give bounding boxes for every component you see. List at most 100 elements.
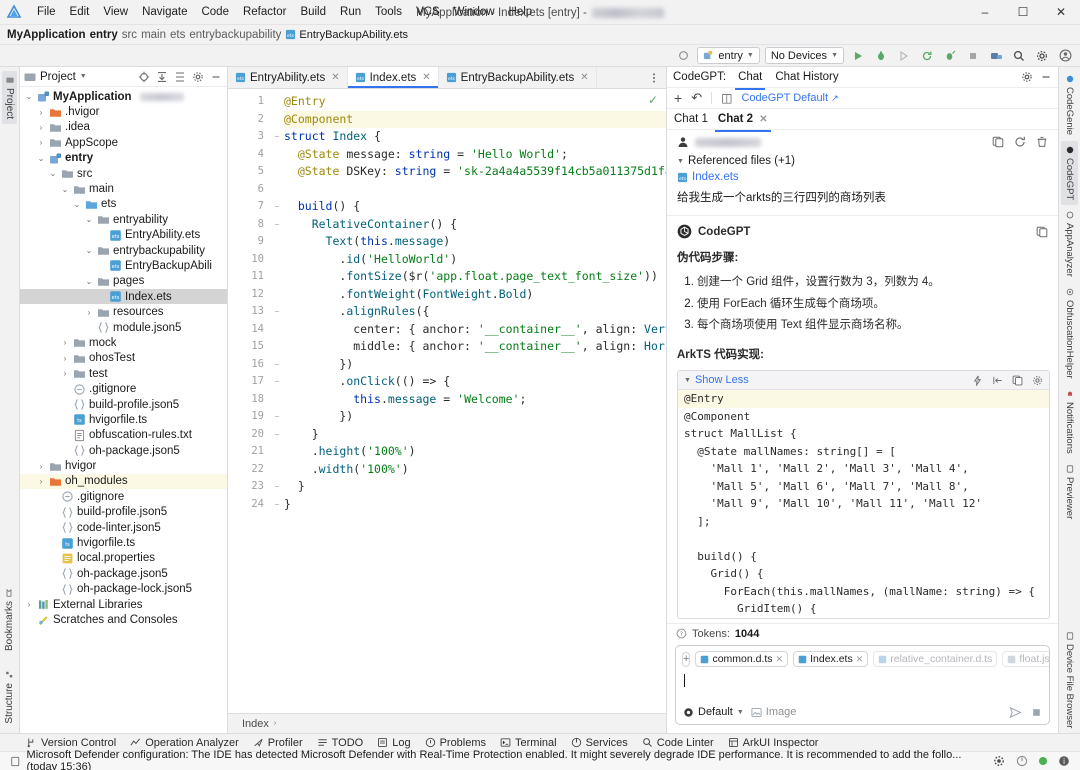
chat-conversation[interactable]: ▼ Referenced files (+1) ets Index.ets 给我… bbox=[667, 130, 1058, 623]
chevron-right-icon[interactable]: › bbox=[60, 338, 70, 347]
tree-node-gitignore[interactable]: .gitignore bbox=[20, 381, 227, 396]
menu-item-run[interactable]: Run bbox=[333, 4, 368, 20]
copy-icon[interactable] bbox=[1036, 226, 1048, 238]
debug-icon[interactable] bbox=[872, 47, 890, 65]
chat-input[interactable] bbox=[676, 670, 1049, 700]
attach-image-button[interactable]: Image bbox=[751, 706, 796, 718]
status-item-problems[interactable]: Problems bbox=[425, 737, 486, 749]
right-rail-item-notifications[interactable]: Notifications bbox=[1061, 385, 1078, 459]
minimize-button[interactable]: – bbox=[966, 0, 1004, 25]
gear-icon[interactable] bbox=[190, 69, 205, 84]
code-fold-toggle[interactable]: − bbox=[270, 198, 284, 216]
info-icon[interactable]: i bbox=[1058, 755, 1070, 767]
status-item-todo[interactable]: TODO bbox=[317, 737, 363, 749]
chevron-right-icon[interactable]: › bbox=[84, 308, 94, 317]
chevron-down-icon[interactable]: ⌄ bbox=[24, 92, 34, 101]
menu-item-vcs[interactable]: VCS bbox=[409, 4, 447, 20]
collapse-all-icon[interactable] bbox=[172, 69, 187, 84]
tree-node-gitignore[interactable]: .gitignore bbox=[20, 489, 227, 504]
right-rail-item-codegenie[interactable]: CodeGenie bbox=[1061, 70, 1078, 140]
delete-icon[interactable] bbox=[1036, 136, 1048, 148]
build-icon[interactable] bbox=[987, 47, 1005, 65]
menu-item-file[interactable]: File bbox=[30, 4, 63, 20]
refresh-icon[interactable] bbox=[1014, 136, 1026, 148]
status-item-terminal[interactable]: Terminal bbox=[500, 737, 557, 749]
hide-panel-icon[interactable] bbox=[1040, 71, 1052, 83]
gear-icon[interactable] bbox=[993, 755, 1005, 767]
tree-node-ets[interactable]: ⌄ ets bbox=[20, 197, 227, 212]
menu-item-build[interactable]: Build bbox=[293, 4, 333, 20]
send-icon[interactable] bbox=[1009, 706, 1022, 719]
breadcrumb-item-5[interactable]: entrybackupability bbox=[189, 29, 281, 41]
tab-entryability-ets[interactable]: ets EntryAbility.ets ✕ bbox=[228, 67, 348, 88]
tree-node-local-properties[interactable]: local.properties bbox=[20, 551, 227, 566]
locate-icon[interactable] bbox=[136, 69, 151, 84]
editor-tab-overflow[interactable] bbox=[642, 67, 666, 88]
model-selector[interactable]: CodeGPT Default ↗ bbox=[741, 92, 838, 104]
menu-item-window[interactable]: Window bbox=[447, 4, 502, 20]
tree-node-oh-package-json5[interactable]: oh-package.json5 bbox=[20, 443, 227, 458]
tab-entrybackupability-ets[interactable]: ets EntryBackupAbility.ets ✕ bbox=[439, 67, 597, 88]
copy-icon[interactable] bbox=[1012, 375, 1023, 386]
context-chip-common-dts[interactable]: common.d.ts ✕ bbox=[695, 651, 789, 667]
close-icon[interactable]: ✕ bbox=[759, 114, 767, 125]
tree-node-test[interactable]: › test bbox=[20, 366, 227, 381]
chevron-right-icon[interactable]: › bbox=[36, 138, 46, 147]
mode-selector[interactable]: Default ▼ bbox=[683, 706, 744, 718]
tree-node-oh-modules[interactable]: › oh_modules bbox=[20, 473, 227, 490]
undo-icon[interactable]: ↶ bbox=[691, 90, 702, 106]
run-configuration-selector[interactable]: entry ▼ bbox=[697, 47, 760, 64]
session-chat-2[interactable]: Chat 2 ✕ bbox=[714, 110, 771, 132]
tree-node-hvigor[interactable]: › .hvigor bbox=[20, 104, 227, 119]
copy-icon[interactable] bbox=[992, 136, 1004, 148]
tree-node-obfuscation-rules-txt[interactable]: obfuscation-rules.txt bbox=[20, 428, 227, 443]
insert-at-caret-icon[interactable] bbox=[992, 375, 1003, 386]
tree-node-entryability-ets[interactable]: ets EntryAbility.ets bbox=[20, 228, 227, 243]
right-rail-item-codegpt[interactable]: CodeGPT bbox=[1061, 141, 1078, 206]
tree-node-hvigorfile-ts[interactable]: ts hvigorfile.ts bbox=[20, 412, 227, 427]
session-chat-1[interactable]: Chat 1 bbox=[674, 110, 708, 128]
menu-item-tools[interactable]: Tools bbox=[368, 4, 409, 20]
code-fold-toggle[interactable]: − bbox=[270, 216, 284, 234]
tree-node-build-profile-json5[interactable]: build-profile.json5 bbox=[20, 397, 227, 412]
code-fold-toggle[interactable]: − bbox=[270, 408, 284, 426]
status-item-code-linter[interactable]: Code Linter bbox=[642, 737, 714, 749]
right-rail-item-appanalyzer[interactable]: AppAnalyzer bbox=[1061, 206, 1078, 282]
tree-node-entry[interactable]: ⌄ entry bbox=[20, 151, 227, 166]
status-item-version-control[interactable]: Version Control bbox=[26, 737, 116, 749]
split-view-icon[interactable]: ◫ bbox=[721, 91, 732, 105]
right-rail-item-device-file-browser[interactable]: Device File Browser bbox=[1061, 627, 1078, 733]
menu-item-refactor[interactable]: Refactor bbox=[236, 4, 293, 20]
breadcrumb-item-4[interactable]: ets bbox=[170, 29, 185, 41]
chevron-right-icon[interactable]: › bbox=[24, 600, 34, 609]
tree-node-entryability[interactable]: ⌄ entryability bbox=[20, 212, 227, 227]
menu-item-code[interactable]: Code bbox=[194, 4, 236, 20]
toolbar-left-icon[interactable] bbox=[674, 47, 692, 65]
sidebar-item-structure[interactable]: Structure bbox=[2, 666, 17, 729]
show-less-toggle[interactable]: ▼ Show Less bbox=[684, 374, 749, 386]
tree-node-ohostest[interactable]: › ohosTest bbox=[20, 351, 227, 366]
device-selector[interactable]: No Devices ▼ bbox=[764, 47, 844, 64]
chevron-down-icon[interactable]: ⌄ bbox=[84, 215, 94, 224]
close-icon[interactable]: ✕ bbox=[331, 72, 339, 83]
code-block-content[interactable]: @Entry @Component struct MallList { @State… bbox=[678, 390, 1049, 618]
code-fold-toggle[interactable]: − bbox=[270, 128, 284, 146]
tree-node-entrybackupability[interactable]: ⌄ entrybackupability bbox=[20, 243, 227, 258]
chevron-right-icon[interactable]: › bbox=[60, 354, 70, 363]
profile-icon[interactable] bbox=[918, 47, 936, 65]
status-item-profiler[interactable]: Profiler bbox=[253, 737, 303, 749]
context-chip-float-json[interactable]: float.json bbox=[1002, 651, 1049, 667]
code-fold-toggle[interactable]: − bbox=[270, 356, 284, 374]
expand-all-icon[interactable] bbox=[154, 69, 169, 84]
menu-item-navigate[interactable]: Navigate bbox=[135, 4, 194, 20]
tree-node-build-profile-json5[interactable]: build-profile.json5 bbox=[20, 505, 227, 520]
project-tree[interactable]: ⌄ MyApplication › .hvigor › .idea › AppScope ⌄ en… bbox=[20, 87, 227, 733]
chevron-down-icon[interactable]: ⌄ bbox=[48, 169, 58, 178]
tab-chat[interactable]: Chat bbox=[735, 68, 766, 90]
power-save-icon[interactable] bbox=[1016, 755, 1028, 767]
tree-node-hvigorfile-ts[interactable]: ts hvigorfile.ts bbox=[20, 535, 227, 550]
chevron-down-icon[interactable]: ▼ bbox=[80, 73, 87, 80]
tree-node-mock[interactable]: › mock bbox=[20, 335, 227, 350]
tree-node-pages[interactable]: ⌄ pages bbox=[20, 274, 227, 289]
chevron-right-icon[interactable]: › bbox=[36, 108, 46, 117]
